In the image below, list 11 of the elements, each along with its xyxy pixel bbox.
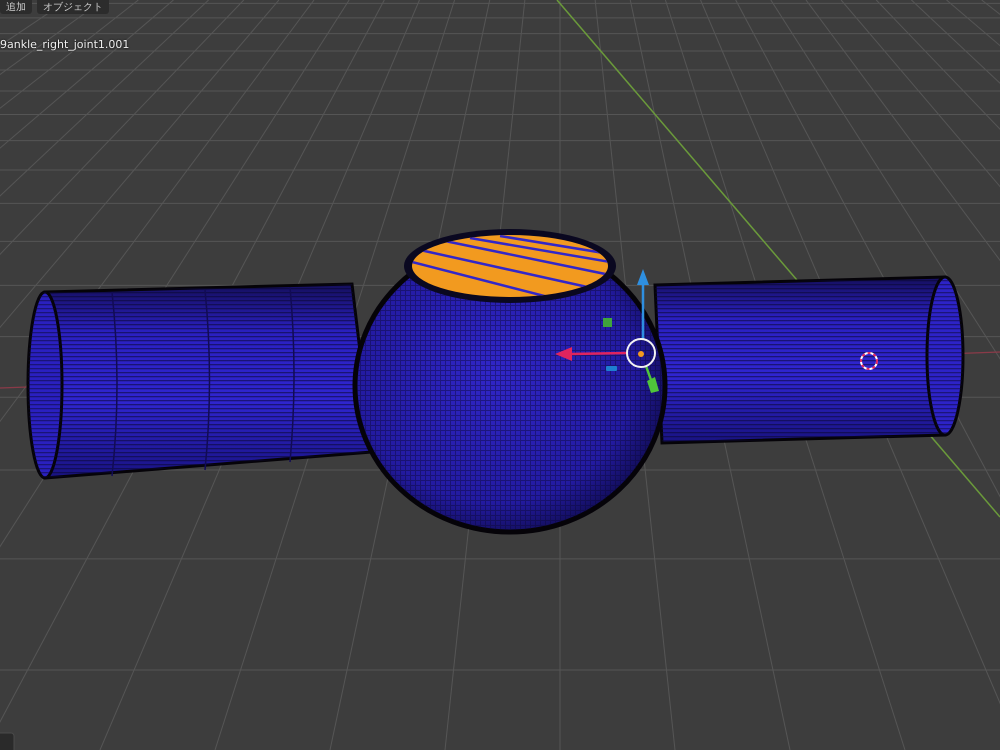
cursor-target-icon[interactable]: [860, 352, 878, 370]
plane-handle-icon[interactable]: [606, 366, 617, 371]
z-axis-arrow[interactable]: [637, 269, 649, 339]
origin-dot-icon: [638, 351, 644, 357]
plane-handle-icon[interactable]: [603, 318, 612, 327]
menu-button[interactable]: オブジェクト: [37, 0, 109, 14]
menu-button[interactable]: 追加: [0, 0, 32, 14]
panel-corner: [0, 732, 14, 750]
gizmo-ring-icon[interactable]: [626, 338, 656, 368]
y-axis-arrow[interactable]: [644, 366, 659, 393]
object-name-label: 9ankle_right_joint1.001: [0, 38, 130, 52]
